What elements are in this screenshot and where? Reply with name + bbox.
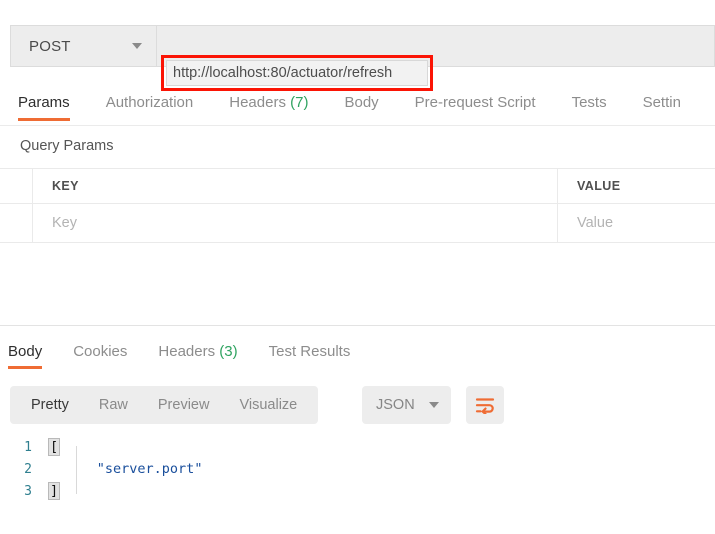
param-value-input[interactable]: Value xyxy=(558,204,715,242)
response-view-bar: Pretty Raw Preview Visualize JSON xyxy=(0,386,715,426)
view-mode-visualize[interactable]: Visualize xyxy=(224,386,312,424)
request-tab-bar: Params Authorization Headers (7) Body Pr… xyxy=(0,88,715,126)
active-response-tab-underline xyxy=(8,366,43,369)
request-url-input[interactable]: http://localhost:80/actuator/refresh xyxy=(166,60,428,86)
view-mode-preview[interactable]: Preview xyxy=(143,386,225,424)
row-checkbox-cell[interactable] xyxy=(0,204,33,242)
response-tab-headers-label: Headers xyxy=(158,343,216,360)
view-mode-pretty[interactable]: Pretty xyxy=(16,386,84,424)
close-bracket-token: ] xyxy=(48,482,61,500)
query-params-title: Query Params xyxy=(20,138,114,154)
json-string-token: "server.port" xyxy=(96,461,203,477)
response-tab-headers[interactable]: Headers (3) xyxy=(158,343,237,369)
response-tab-cookies-label: Cookies xyxy=(73,343,128,360)
request-url-bar: POST http://localhost:80/actuator/refres… xyxy=(0,24,715,91)
code-indent-guide xyxy=(76,446,77,494)
tab-body-label: Body xyxy=(344,94,379,111)
code-line: 3 ] xyxy=(0,480,715,502)
tab-authorization-label: Authorization xyxy=(105,94,194,111)
response-body-code[interactable]: 1 [ 2 "server.port" 3 ] xyxy=(0,436,715,534)
view-mode-raw[interactable]: Raw xyxy=(84,386,143,424)
table-row[interactable]: Key Value xyxy=(0,204,715,243)
response-format-label: JSON xyxy=(376,397,415,413)
line-number: 2 xyxy=(24,461,32,477)
tab-params[interactable]: Params xyxy=(18,88,70,121)
param-key-input[interactable]: Key xyxy=(33,204,558,242)
http-method-label: POST xyxy=(29,37,71,55)
tab-params-label: Params xyxy=(18,94,70,111)
tab-headers-label: Headers xyxy=(229,94,286,111)
code-line: 2 "server.port" xyxy=(0,458,715,480)
response-tab-body-label: Body xyxy=(8,343,43,360)
pane-divider[interactable] xyxy=(0,325,715,326)
query-params-table: KEY VALUE Key Value xyxy=(0,168,715,243)
header-checkbox-cell xyxy=(0,169,33,203)
open-bracket-token: [ xyxy=(48,438,61,456)
http-method-select[interactable]: POST xyxy=(10,25,157,67)
header-key-cell: KEY xyxy=(33,169,558,203)
tab-authorization[interactable]: Authorization xyxy=(106,88,194,120)
tab-pre-request-script-label: Pre-request Script xyxy=(414,94,536,111)
response-tab-cookies[interactable]: Cookies xyxy=(73,343,127,369)
tab-body[interactable]: Body xyxy=(344,88,378,120)
line-number: 3 xyxy=(24,483,32,499)
tab-tests-label: Tests xyxy=(571,94,607,111)
response-tab-body[interactable]: Body xyxy=(8,343,43,369)
chevron-down-icon xyxy=(132,43,142,49)
code-line-content: "server.port" xyxy=(48,461,715,477)
response-format-select[interactable]: JSON xyxy=(362,386,451,424)
tab-pre-request-script[interactable]: Pre-request Script xyxy=(415,88,536,120)
code-line-content: [ xyxy=(48,438,715,456)
response-tab-headers-count: (3) xyxy=(219,343,238,360)
tab-settings-label: Settin xyxy=(642,94,681,111)
chevron-down-icon xyxy=(429,402,439,408)
word-wrap-button[interactable] xyxy=(466,386,504,424)
tab-tests[interactable]: Tests xyxy=(572,88,607,120)
request-tabs-divider xyxy=(0,125,715,126)
word-wrap-icon xyxy=(475,398,495,414)
active-tab-underline xyxy=(18,118,70,121)
tab-headers[interactable]: Headers (7) xyxy=(229,88,308,120)
header-value-cell: VALUE xyxy=(577,179,621,193)
response-tab-bar: Body Cookies Headers (3) Test Results xyxy=(0,343,715,373)
tab-settings[interactable]: Settin xyxy=(643,88,681,120)
view-mode-group: Pretty Raw Preview Visualize xyxy=(10,386,319,424)
tab-headers-count: (7) xyxy=(290,94,309,111)
code-line: 1 [ xyxy=(0,436,715,458)
response-tab-test-results-label: Test Results xyxy=(268,343,351,360)
line-number: 1 xyxy=(24,439,32,455)
response-tab-test-results[interactable]: Test Results xyxy=(269,343,351,369)
table-header-row: KEY VALUE xyxy=(0,168,715,204)
code-line-content: ] xyxy=(48,482,715,500)
